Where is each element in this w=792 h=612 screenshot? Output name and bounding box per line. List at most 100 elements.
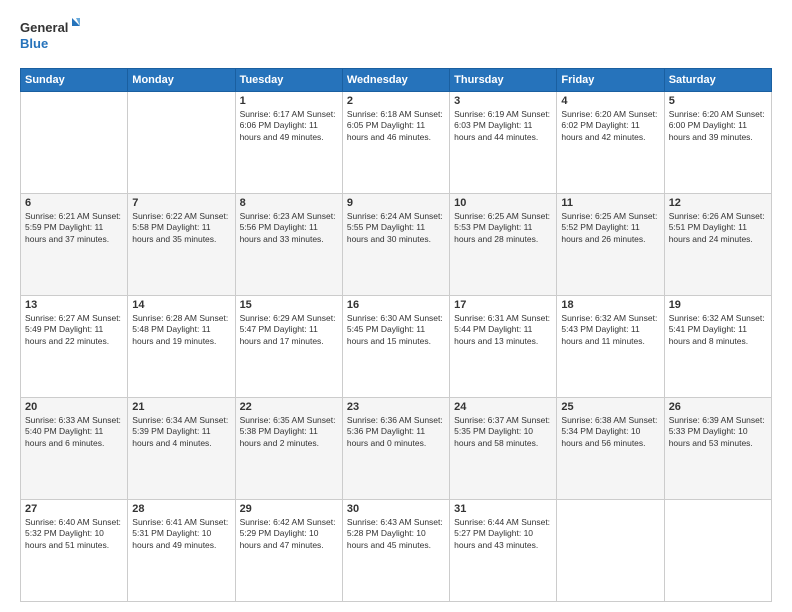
day-number: 19: [669, 299, 767, 311]
header: General Blue: [20, 16, 772, 60]
calendar-cell: [664, 500, 771, 602]
week-row-1: 1 Sunrise: 6:17 AM Sunset: 6:06 PM Daylig…: [21, 92, 772, 194]
week-row-3: 13Sunrise: 6:27 AM Sunset: 5:49 PM Dayli…: [21, 296, 772, 398]
calendar-cell: 13Sunrise: 6:27 AM Sunset: 5:49 PM Dayli…: [21, 296, 128, 398]
weekday-header-saturday: Saturday: [664, 69, 771, 92]
weekday-header-sunday: Sunday: [21, 69, 128, 92]
day-number: 4: [561, 95, 659, 107]
calendar-cell: 29 Sunrise: 6:42 AM Sunset: 5:29 PM Dayli…: [235, 500, 342, 602]
day-number: 21: [132, 401, 230, 413]
calendar-cell: 6 Sunrise: 6:21 AM Sunset: 5:59 PM Daylig…: [21, 194, 128, 296]
day-number: 18: [561, 299, 659, 311]
day-number: 22: [240, 401, 338, 413]
calendar-table: SundayMondayTuesdayWednesdayThursdayFrid…: [20, 68, 772, 602]
day-number: 7: [132, 197, 230, 209]
day-detail: Sunrise: 6:26 AM Sunset: 5:51 PM Dayligh…: [669, 211, 767, 245]
calendar-cell: [557, 500, 664, 602]
calendar-cell: 19 Sunrise: 6:32 AM Sunset: 5:41 PM Dayli…: [664, 296, 771, 398]
week-row-4: 20Sunrise: 6:33 AM Sunset: 5:40 PM Dayli…: [21, 398, 772, 500]
calendar-cell: 30 Sunrise: 6:43 AM Sunset: 5:28 PM Dayli…: [342, 500, 449, 602]
day-number: 17: [454, 299, 552, 311]
day-number: 9: [347, 197, 445, 209]
day-number: 27: [25, 503, 123, 515]
calendar-cell: 15 Sunrise: 6:29 AM Sunset: 5:47 PM Dayli…: [235, 296, 342, 398]
day-detail: Sunrise: 6:24 AM Sunset: 5:55 PM Dayligh…: [347, 211, 445, 245]
calendar-cell: 8 Sunrise: 6:23 AM Sunset: 5:56 PM Daylig…: [235, 194, 342, 296]
day-detail: Sunrise: 6:35 AM Sunset: 5:38 PM Dayligh…: [240, 415, 338, 449]
weekday-header-friday: Friday: [557, 69, 664, 92]
day-number: 11: [561, 197, 659, 209]
svg-text:Blue: Blue: [20, 36, 48, 51]
calendar-cell: 27 Sunrise: 6:40 AM Sunset: 5:32 PM Dayli…: [21, 500, 128, 602]
day-detail: Sunrise: 6:40 AM Sunset: 5:32 PM Dayligh…: [25, 517, 123, 551]
day-detail: Sunrise: 6:29 AM Sunset: 5:47 PM Dayligh…: [240, 313, 338, 347]
day-detail: Sunrise: 6:34 AM Sunset: 5:39 PM Dayligh…: [132, 415, 230, 449]
calendar-cell: 31 Sunrise: 6:44 AM Sunset: 5:27 PM Dayli…: [450, 500, 557, 602]
day-detail: Sunrise: 6:27 AM Sunset: 5:49 PM Dayligh…: [25, 313, 123, 347]
weekday-header-tuesday: Tuesday: [235, 69, 342, 92]
day-number: 25: [561, 401, 659, 413]
day-number: 15: [240, 299, 338, 311]
calendar-cell: 4 Sunrise: 6:20 AM Sunset: 6:02 PM Daylig…: [557, 92, 664, 194]
week-row-2: 6 Sunrise: 6:21 AM Sunset: 5:59 PM Daylig…: [21, 194, 772, 296]
day-detail: Sunrise: 6:30 AM Sunset: 5:45 PM Dayligh…: [347, 313, 445, 347]
day-detail: Sunrise: 6:41 AM Sunset: 5:31 PM Dayligh…: [132, 517, 230, 551]
day-number: 31: [454, 503, 552, 515]
weekday-header-wednesday: Wednesday: [342, 69, 449, 92]
day-detail: Sunrise: 6:23 AM Sunset: 5:56 PM Dayligh…: [240, 211, 338, 245]
calendar-cell: 17 Sunrise: 6:31 AM Sunset: 5:44 PM Dayli…: [450, 296, 557, 398]
calendar-cell: 3 Sunrise: 6:19 AM Sunset: 6:03 PM Daylig…: [450, 92, 557, 194]
calendar-body: 1 Sunrise: 6:17 AM Sunset: 6:06 PM Daylig…: [21, 92, 772, 602]
day-detail: Sunrise: 6:25 AM Sunset: 5:53 PM Dayligh…: [454, 211, 552, 245]
calendar-cell: [128, 92, 235, 194]
day-number: 23: [347, 401, 445, 413]
day-number: 26: [669, 401, 767, 413]
day-detail: Sunrise: 6:43 AM Sunset: 5:28 PM Dayligh…: [347, 517, 445, 551]
logo: General Blue: [20, 16, 80, 60]
weekday-header-monday: Monday: [128, 69, 235, 92]
calendar-cell: 11Sunrise: 6:25 AM Sunset: 5:52 PM Dayli…: [557, 194, 664, 296]
day-detail: Sunrise: 6:21 AM Sunset: 5:59 PM Dayligh…: [25, 211, 123, 245]
day-number: 10: [454, 197, 552, 209]
page: General Blue SundayMondayTuesdayWednesda…: [0, 0, 792, 612]
day-detail: Sunrise: 6:18 AM Sunset: 6:05 PM Dayligh…: [347, 109, 445, 143]
calendar-cell: 2 Sunrise: 6:18 AM Sunset: 6:05 PM Daylig…: [342, 92, 449, 194]
day-detail: Sunrise: 6:42 AM Sunset: 5:29 PM Dayligh…: [240, 517, 338, 551]
day-detail: Sunrise: 6:32 AM Sunset: 5:41 PM Dayligh…: [669, 313, 767, 347]
day-number: 12: [669, 197, 767, 209]
day-detail: Sunrise: 6:37 AM Sunset: 5:35 PM Dayligh…: [454, 415, 552, 449]
day-detail: Sunrise: 6:19 AM Sunset: 6:03 PM Dayligh…: [454, 109, 552, 143]
day-detail: Sunrise: 6:44 AM Sunset: 5:27 PM Dayligh…: [454, 517, 552, 551]
day-number: 5: [669, 95, 767, 107]
calendar-cell: 1 Sunrise: 6:17 AM Sunset: 6:06 PM Daylig…: [235, 92, 342, 194]
day-number: 1: [240, 95, 338, 107]
day-number: 29: [240, 503, 338, 515]
calendar-cell: 28 Sunrise: 6:41 AM Sunset: 5:31 PM Dayli…: [128, 500, 235, 602]
day-detail: Sunrise: 6:20 AM Sunset: 6:02 PM Dayligh…: [561, 109, 659, 143]
day-detail: Sunrise: 6:38 AM Sunset: 5:34 PM Dayligh…: [561, 415, 659, 449]
calendar-cell: 9 Sunrise: 6:24 AM Sunset: 5:55 PM Daylig…: [342, 194, 449, 296]
day-number: 14: [132, 299, 230, 311]
day-detail: Sunrise: 6:31 AM Sunset: 5:44 PM Dayligh…: [454, 313, 552, 347]
calendar-cell: 7Sunrise: 6:22 AM Sunset: 5:58 PM Daylig…: [128, 194, 235, 296]
weekday-header-row: SundayMondayTuesdayWednesdayThursdayFrid…: [21, 69, 772, 92]
day-number: 16: [347, 299, 445, 311]
logo-svg: General Blue: [20, 16, 80, 60]
calendar-cell: 12 Sunrise: 6:26 AM Sunset: 5:51 PM Dayli…: [664, 194, 771, 296]
calendar-cell: 21 Sunrise: 6:34 AM Sunset: 5:39 PM Dayli…: [128, 398, 235, 500]
day-detail: Sunrise: 6:36 AM Sunset: 5:36 PM Dayligh…: [347, 415, 445, 449]
day-number: 3: [454, 95, 552, 107]
calendar-cell: 14Sunrise: 6:28 AM Sunset: 5:48 PM Dayli…: [128, 296, 235, 398]
calendar-cell: 26Sunrise: 6:39 AM Sunset: 5:33 PM Dayli…: [664, 398, 771, 500]
day-detail: Sunrise: 6:17 AM Sunset: 6:06 PM Dayligh…: [240, 109, 338, 143]
day-number: 6: [25, 197, 123, 209]
day-number: 2: [347, 95, 445, 107]
day-detail: Sunrise: 6:20 AM Sunset: 6:00 PM Dayligh…: [669, 109, 767, 143]
calendar-cell: 20Sunrise: 6:33 AM Sunset: 5:40 PM Dayli…: [21, 398, 128, 500]
day-number: 8: [240, 197, 338, 209]
day-detail: Sunrise: 6:32 AM Sunset: 5:43 PM Dayligh…: [561, 313, 659, 347]
day-number: 28: [132, 503, 230, 515]
day-number: 30: [347, 503, 445, 515]
weekday-header-thursday: Thursday: [450, 69, 557, 92]
week-row-5: 27 Sunrise: 6:40 AM Sunset: 5:32 PM Dayli…: [21, 500, 772, 602]
